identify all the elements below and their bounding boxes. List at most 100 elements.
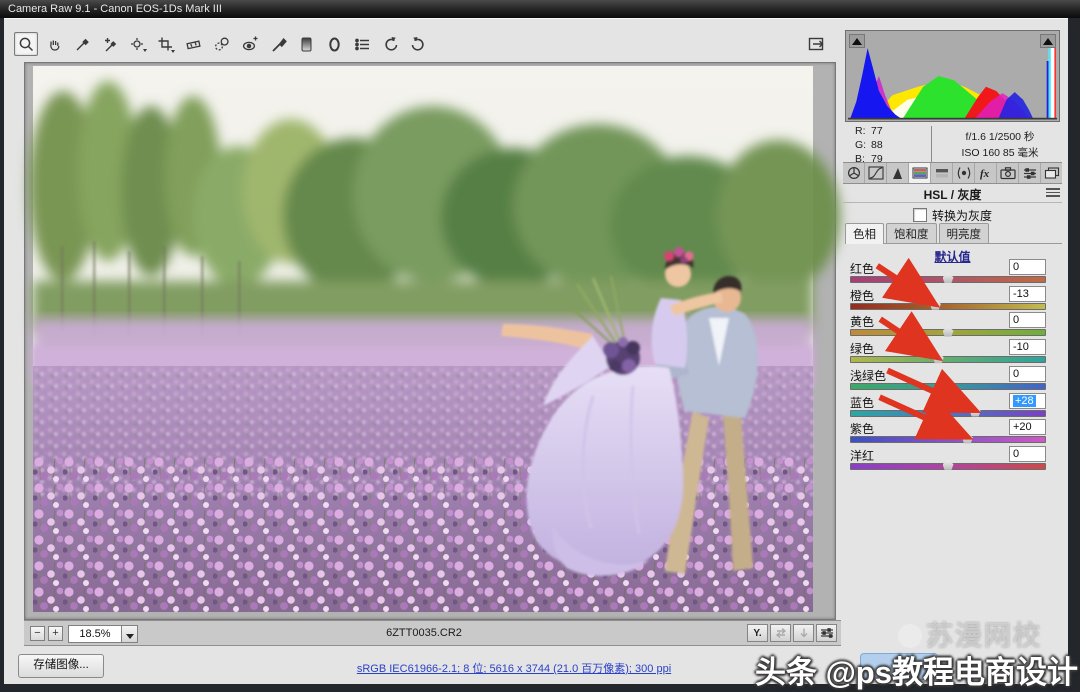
tab-snapshots[interactable] (1041, 163, 1062, 183)
workflow-options-link[interactable]: sRGB IEC61966-2.1; 8 位; 5616 x 3744 (21.… (357, 663, 671, 675)
white-balance-tool-icon[interactable] (70, 32, 94, 56)
slider-value-field[interactable]: 0 (1009, 446, 1046, 462)
filename-label: 6ZTT0035.CR2 (224, 627, 624, 639)
slider-thumb[interactable] (943, 460, 954, 470)
tab-presets[interactable] (1019, 163, 1041, 183)
toggle-fullscreen-icon[interactable] (806, 34, 830, 54)
window-title: Camera Raw 9.1 - Canon EOS-1Ds Mark III (8, 3, 222, 15)
highlight-clipping-toggle[interactable] (1040, 34, 1056, 48)
svg-text:fx: fx (980, 168, 990, 180)
slider-track[interactable] (850, 463, 1046, 470)
slider-thumb[interactable] (962, 433, 973, 443)
slider-thumb[interactable] (930, 300, 941, 310)
color-sampler-tool-icon[interactable] (98, 32, 122, 56)
subtab-2[interactable]: 明亮度 (939, 223, 990, 243)
rgb-g: G:88 (855, 138, 883, 152)
toolbar (14, 31, 430, 57)
exposure-info: f/1.6 1/2500 秒 (941, 129, 1059, 145)
preview-preferences-button[interactable] (816, 624, 837, 642)
tab-detail[interactable] (887, 163, 909, 183)
zoom-in-button[interactable]: + (48, 626, 63, 641)
photo-canvas[interactable] (24, 62, 836, 620)
rgb-r: R:77 (855, 124, 883, 138)
slider-value-field[interactable]: +28 (1009, 393, 1046, 409)
rotate-ccw-icon[interactable] (378, 32, 402, 56)
tab-effects[interactable]: fx (975, 163, 997, 183)
slider-value-field[interactable]: 0 (1009, 312, 1046, 328)
panel-title: HSL / 灰度 (843, 186, 1062, 203)
red-eye-removal-tool-icon[interactable] (238, 32, 262, 56)
preferences-tool-icon[interactable] (350, 32, 374, 56)
hand-tool-icon[interactable] (42, 32, 66, 56)
tab-lens-corrections[interactable] (953, 163, 975, 183)
cycle-preview-button[interactable]: Y. (747, 624, 768, 642)
targeted-adjustment-tool-icon[interactable] (126, 32, 150, 56)
panel-menu-icon[interactable] (1046, 186, 1060, 197)
slider-track[interactable] (850, 410, 1046, 417)
zoom-out-button[interactable]: − (30, 626, 45, 641)
slider-track[interactable] (850, 276, 1046, 283)
workflow-options-row: sRGB IEC61966-2.1; 8 位; 5616 x 3744 (21.… (304, 660, 724, 676)
slider-value-field[interactable]: 0 (1009, 259, 1046, 275)
slider-thumb[interactable] (943, 273, 954, 283)
tab-camera-calibration[interactable] (997, 163, 1019, 183)
crop-tool-icon[interactable] (154, 32, 178, 56)
image-info: R:77 G:88 B:79 f/1.6 1/2500 秒 ISO 160 85… (849, 124, 1061, 166)
histogram-plot (846, 31, 1059, 121)
slider-track[interactable] (850, 436, 1046, 443)
zoom-level-field[interactable]: 18.5% (68, 625, 122, 643)
slider-row-6: 紫色+20 (848, 420, 1048, 446)
slider-value-field[interactable]: +20 (1009, 419, 1046, 435)
slider-row-7: 洋红 0 (848, 447, 1048, 473)
graduated-filter-tool-icon[interactable] (294, 32, 318, 56)
spot-removal-tool-icon[interactable] (210, 32, 234, 56)
camera-raw-window: Camera Raw 9.1 - Canon EOS-1Ds Mark III (0, 0, 1080, 692)
rotate-cw-icon[interactable] (406, 32, 430, 56)
slider-row-4: 浅绿色 0 (848, 367, 1048, 393)
tab-basic[interactable] (843, 163, 865, 183)
shadow-clipping-icon (852, 38, 862, 45)
slider-track[interactable] (850, 303, 1046, 310)
subtab-0[interactable]: 色相 (845, 223, 884, 244)
subtab-1[interactable]: 饱和度 (886, 223, 937, 243)
tab-split-toning[interactable] (931, 163, 953, 183)
zoom-tool-icon[interactable] (14, 32, 38, 56)
copy-settings-button[interactable] (793, 624, 814, 642)
slider-label: 绿色 (850, 340, 874, 357)
shadow-clipping-toggle[interactable] (849, 34, 865, 48)
slider-value-field[interactable]: 0 (1009, 366, 1046, 382)
chevron-down-icon (126, 634, 134, 639)
slider-value-field[interactable]: -10 (1009, 339, 1046, 355)
slider-track[interactable] (850, 329, 1046, 336)
dialog-body: R:77 G:88 B:79 f/1.6 1/2500 秒 ISO 160 85… (4, 18, 1068, 684)
slider-thumb[interactable] (943, 380, 954, 390)
slider-row-3: 绿色 -10 (848, 340, 1048, 366)
convert-grayscale-checkbox[interactable] (913, 208, 927, 222)
slider-label: 洋红 (850, 447, 874, 464)
info-divider (931, 126, 932, 166)
slider-label: 橙色 (850, 287, 874, 304)
panel-tab-strip: fx (843, 162, 1062, 184)
swap-settings-button[interactable] (770, 624, 791, 642)
slider-value-field[interactable]: -13 (1009, 286, 1046, 302)
slider-label: 浅绿色 (850, 367, 886, 384)
adjustment-brush-tool-icon[interactable] (266, 32, 290, 56)
straighten-tool-icon[interactable] (182, 32, 206, 56)
slider-row-5: 蓝色+28 (848, 394, 1048, 420)
highlight-clipping-icon (1043, 38, 1053, 45)
radial-filter-tool-icon[interactable] (322, 32, 346, 56)
slider-thumb[interactable] (970, 407, 981, 417)
save-image-button[interactable]: 存储图像... (18, 654, 104, 678)
slider-thumb[interactable] (933, 353, 944, 363)
slider-track[interactable] (850, 356, 1046, 363)
slider-thumb[interactable] (943, 326, 954, 336)
tab-hsl-grayscale[interactable] (909, 163, 931, 183)
histogram[interactable] (845, 30, 1060, 122)
title-bar[interactable]: Camera Raw 9.1 - Canon EOS-1Ds Mark III (0, 0, 1080, 18)
zoom-level-dropdown[interactable] (121, 625, 138, 643)
slider-track[interactable] (850, 383, 1046, 390)
tab-tone-curve[interactable] (865, 163, 887, 183)
watermark-bold: 头条 @ps教程电商设计 (755, 647, 1078, 692)
hue-sliders: 红色0橙色-13黄色0绿色-10浅绿色0蓝色+28紫色+20洋红0 (848, 260, 1048, 478)
watermark-logo (898, 624, 922, 648)
